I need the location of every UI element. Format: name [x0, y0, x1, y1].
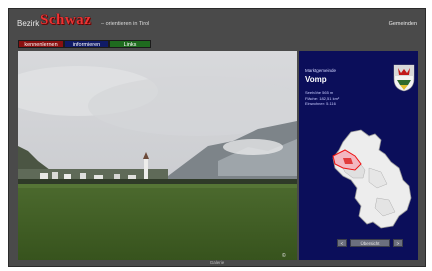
- district-map-icon[interactable]: [329, 128, 415, 230]
- tab-informieren[interactable]: informieren: [64, 40, 109, 48]
- coat-of-arms-icon: [393, 64, 415, 92]
- town-name: Vomp: [305, 75, 327, 84]
- nav-link-gemeinden[interactable]: Gemeinden: [389, 21, 417, 27]
- copyright-icon: ©: [282, 253, 286, 259]
- header: Bezirk Schwaz – orientieren in Tirol Gem…: [9, 9, 425, 39]
- tab-links[interactable]: Links: [109, 40, 151, 48]
- town-facts: Seehöhe 565 m Fläche: 182,51 km² Einwohn…: [305, 90, 339, 107]
- info-panel: Marktgemeinde Vomp Seehöhe 565 m Fläche:…: [299, 51, 418, 260]
- brand-prefix: Bezirk: [17, 19, 40, 28]
- footer-label: Galerie: [209, 260, 225, 265]
- photo-illustration: [18, 51, 297, 260]
- tab-kennenlernen[interactable]: kennenlernen: [18, 40, 64, 48]
- fact-population: Einwohner: 5.116: [305, 101, 336, 106]
- next-button[interactable]: >: [393, 239, 403, 247]
- overview-button[interactable]: Übersicht: [350, 239, 390, 247]
- app-frame: Bezirk Schwaz – orientieren in Tirol Gem…: [8, 8, 426, 267]
- town-type-label: Marktgemeinde: [305, 68, 337, 73]
- prev-button[interactable]: <: [337, 239, 347, 247]
- brand-logo[interactable]: Schwaz: [40, 12, 91, 29]
- landscape-photo: [18, 51, 297, 260]
- tagline: – orientieren in Tirol: [101, 21, 150, 27]
